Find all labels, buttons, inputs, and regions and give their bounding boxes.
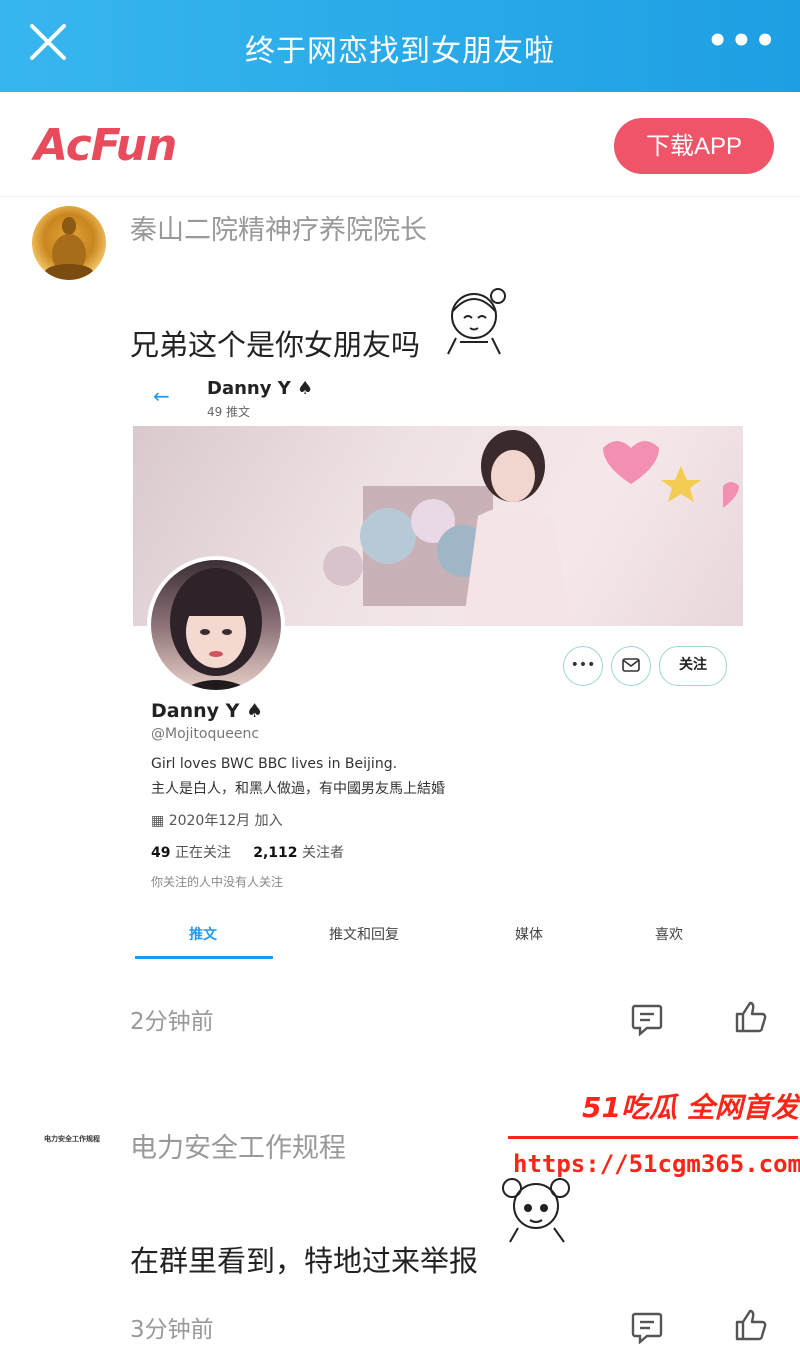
comment-username[interactable]: 秦山二院精神疗养院院长: [130, 208, 427, 247]
following-count[interactable]: 49: [151, 845, 170, 861]
watermark-divider: [508, 1136, 798, 1139]
avatar[interactable]: 电力安全工作规程: [32, 1110, 112, 1170]
message-button[interactable]: [611, 646, 651, 686]
comment-username[interactable]: 电力安全工作规程: [130, 1126, 346, 1165]
profile-handle: @Mojitoqueenc: [151, 726, 260, 742]
tab-likes[interactable]: 喜欢: [655, 924, 683, 944]
like-icon[interactable]: [734, 1308, 768, 1342]
follow-button[interactable]: 关注: [659, 646, 727, 686]
profile-joined: ▦ 2020年12月 加入: [151, 810, 283, 830]
more-icon[interactable]: •••: [707, 24, 778, 58]
anime-sticker-icon: [447, 288, 506, 355]
screenshot-header-count: 49 推文: [207, 405, 251, 419]
comment-time: 3分钟前: [130, 1317, 214, 1343]
anime-sticker-icon: [502, 1178, 570, 1243]
active-tab-indicator: [135, 956, 273, 959]
embedded-screenshot[interactable]: ← Danny Y ♠ 49 推文 ••• 关注 Danny Y ♠ @Moji…: [133, 370, 743, 960]
profile-name: Danny Y ♠: [151, 700, 264, 722]
avatar-text: 电力安全工作规程: [44, 1135, 100, 1143]
comment-time: 2分钟前: [130, 1009, 214, 1035]
page-title: 终于网恋找到女朋友啦: [245, 34, 555, 69]
followers-label[interactable]: 关注者: [302, 845, 344, 861]
profile-bio-line2: 主人是白人，和黑人做過，有中國男友馬上結婚: [151, 781, 445, 797]
reply-icon[interactable]: [630, 1310, 664, 1344]
followers-count[interactable]: 2,112: [253, 845, 297, 861]
watermark-title: 51吃瓜 全网首发: [582, 1091, 799, 1124]
profile-tabs: 推文 推文和回复 媒体 喜欢: [133, 910, 743, 960]
watermark-url[interactable]: https://51cgm365.com: [513, 1150, 800, 1178]
more-options-button[interactable]: •••: [563, 646, 603, 686]
tab-media[interactable]: 媒体: [515, 924, 543, 944]
tab-tweets[interactable]: 推文: [189, 924, 217, 944]
comment-item: 电力安全工作规程 电力安全工作规程 在群里看到，特地过来举报 3分钟前: [0, 1100, 800, 1362]
acfun-logo[interactable]: AcFun: [34, 120, 177, 171]
tab-tweets-replies[interactable]: 推文和回复: [329, 924, 399, 944]
following-label[interactable]: 正在关注: [175, 845, 231, 861]
brand-bar: AcFun 下载APP: [0, 92, 800, 197]
joined-text: 2020年12月 加入: [168, 813, 283, 829]
buddha-icon: [45, 217, 93, 280]
screenshot-header-name: Danny Y ♠: [207, 378, 314, 399]
back-arrow-icon: ←: [153, 384, 170, 408]
comment-text: 在群里看到，特地过来举报: [130, 1244, 479, 1278]
like-icon[interactable]: [734, 1000, 768, 1034]
profile-photo: [170, 568, 262, 690]
reply-icon[interactable]: [630, 1002, 664, 1036]
top-bar: 终于网恋找到女朋友啦 •••: [0, 0, 800, 92]
avatar[interactable]: [32, 206, 106, 280]
download-app-button[interactable]: 下载APP: [614, 118, 774, 174]
no-follow-text: 你关注的人中没有人关注: [151, 875, 284, 889]
profile-avatar[interactable]: [147, 556, 285, 694]
calendar-icon: ▦: [151, 813, 165, 829]
profile-bio-line1: Girl loves BWC BBC lives in Beijing.: [151, 756, 398, 772]
profile-stats: 49 正在关注 2,112 关注者: [151, 842, 344, 862]
comment-text: 兄弟这个是你女朋友吗: [130, 328, 421, 362]
mail-icon: [622, 658, 640, 672]
